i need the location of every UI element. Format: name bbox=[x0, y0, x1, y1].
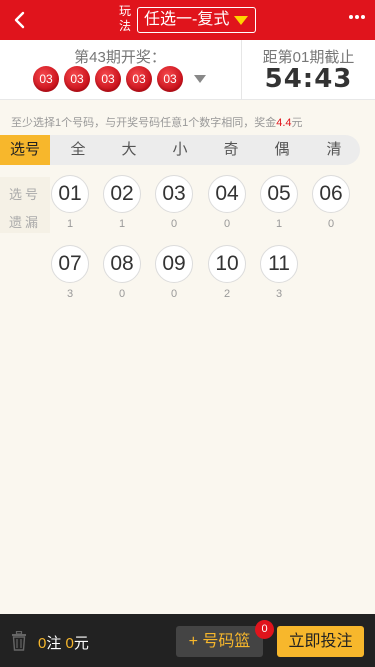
number-ball[interactable]: 08 bbox=[103, 245, 141, 283]
miss-count: 1 bbox=[66, 218, 74, 230]
miss-count: 0 bbox=[170, 288, 178, 300]
winning-ball: 03 bbox=[95, 66, 121, 92]
add-to-basket-button[interactable]: + 号码篮 bbox=[176, 626, 263, 657]
miss-count: 0 bbox=[327, 218, 335, 230]
number-ball[interactable]: 09 bbox=[155, 245, 193, 283]
miss-count: 0 bbox=[118, 288, 126, 300]
filter-small[interactable]: 小 bbox=[154, 135, 206, 165]
filter-even[interactable]: 偶 bbox=[256, 135, 308, 165]
quick-filter-bar: 全 大 小 奇 偶 清 bbox=[50, 135, 360, 165]
previous-draw-title: 第43期开奖： bbox=[74, 49, 166, 66]
clear-selection-button[interactable] bbox=[11, 630, 27, 651]
number-ball[interactable]: 11 bbox=[260, 245, 298, 283]
rule-hint-text: 至少选择1个号码，与开奖号码任意1个数字相同，奖金 bbox=[11, 117, 277, 129]
number-ball[interactable]: 06 bbox=[312, 175, 350, 213]
trash-icon bbox=[12, 630, 26, 651]
number-ball[interactable]: 04 bbox=[208, 175, 246, 213]
prize-unit: 元 bbox=[291, 117, 303, 129]
back-arrow-icon bbox=[14, 11, 25, 29]
winning-ball: 03 bbox=[126, 66, 152, 92]
place-bet-button[interactable]: 立即投注 bbox=[277, 626, 364, 657]
more-dots-icon bbox=[361, 15, 365, 19]
play-mode-text: 任选一-复式 bbox=[144, 11, 230, 28]
filter-odd[interactable]: 奇 bbox=[205, 135, 257, 165]
pick-label: 选号 bbox=[8, 187, 41, 202]
basket-count-badge: 0 bbox=[255, 620, 274, 639]
miss-count: 3 bbox=[275, 288, 283, 300]
filter-clear[interactable]: 清 bbox=[308, 135, 360, 165]
more-dots-icon bbox=[349, 15, 353, 19]
miss-count: 1 bbox=[118, 218, 126, 230]
draw-info-panel: 第43期开奖： 03 03 03 03 03 距第01期截止 54:43 bbox=[0, 40, 375, 100]
miss-count: 2 bbox=[223, 288, 231, 300]
top-bar: 玩法 任选一-复式 bbox=[0, 0, 375, 40]
number-ball[interactable]: 03 bbox=[155, 175, 193, 213]
miss-label: 遗漏 bbox=[8, 215, 41, 230]
miss-count: 0 bbox=[170, 218, 178, 230]
miss-count: 0 bbox=[223, 218, 231, 230]
bet-count-unit: 注 bbox=[46, 635, 62, 652]
number-ball[interactable]: 05 bbox=[260, 175, 298, 213]
bottom-action-bar: 0注 0元 + 号码篮 0 立即投注 bbox=[0, 614, 375, 667]
more-menu-button[interactable] bbox=[349, 15, 365, 23]
bet-amount-unit: 元 bbox=[73, 635, 89, 652]
winning-ball: 03 bbox=[157, 66, 183, 92]
expand-history-icon[interactable] bbox=[194, 75, 206, 83]
more-dots-icon bbox=[355, 15, 359, 19]
number-ball[interactable]: 02 bbox=[103, 175, 141, 213]
filter-all[interactable]: 全 bbox=[52, 135, 104, 165]
countdown-timer: 54:43 bbox=[264, 64, 353, 94]
number-ball[interactable]: 01 bbox=[51, 175, 89, 213]
winning-ball: 03 bbox=[33, 66, 59, 92]
rule-hint: 至少选择1个号码，与开奖号码任意1个数字相同，奖金4.4元 bbox=[11, 114, 303, 130]
row-labels: 选号 遗漏 bbox=[0, 177, 50, 233]
miss-count: 3 bbox=[66, 288, 74, 300]
select-number-tag: 选号 bbox=[0, 135, 50, 165]
caret-down-icon bbox=[234, 16, 248, 25]
number-ball[interactable]: 10 bbox=[208, 245, 246, 283]
prize-amount: 4.4 bbox=[276, 117, 292, 129]
number-ball[interactable]: 07 bbox=[51, 245, 89, 283]
bet-amount: 0 bbox=[65, 635, 74, 652]
back-button[interactable] bbox=[6, 6, 34, 34]
play-method-label: 玩法 bbox=[118, 4, 131, 33]
miss-count: 1 bbox=[275, 218, 283, 230]
play-mode-selector[interactable]: 任选一-复式 bbox=[137, 7, 256, 33]
winning-ball: 03 bbox=[64, 66, 90, 92]
filter-big[interactable]: 大 bbox=[103, 135, 155, 165]
bet-summary: 0注 0元 bbox=[38, 632, 89, 653]
